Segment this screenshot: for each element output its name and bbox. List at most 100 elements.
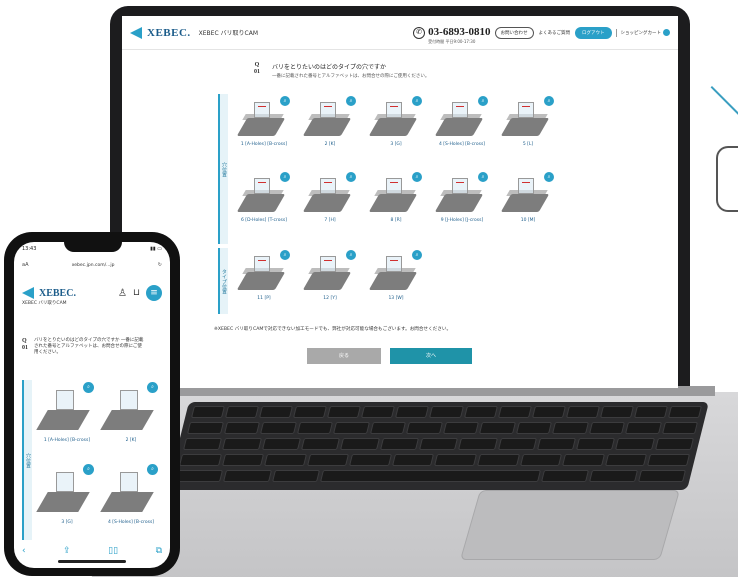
hole-option-2[interactable]: ⌕ 2 [K] xyxy=(100,380,162,458)
support-note: ※XEBEC バリ取りCAMで対応できない加工モードでも、弊社が対応可能な場合も… xyxy=(214,327,452,332)
app-name: XEBEC バリ取りCAM xyxy=(198,30,259,37)
question-block: Q 01 バリをとりたいのはどのタイプの穴ですか 一番に記載された番号とアルファ… xyxy=(22,338,162,356)
faq-link[interactable]: よくあるご質問 xyxy=(539,30,571,36)
category-label-type: タイプ位置 xyxy=(218,248,228,314)
category-label-holes: 穴位置 xyxy=(22,380,32,540)
zoom-icon[interactable]: ⌕ xyxy=(346,250,356,260)
cart-icon[interactable]: ⊔ xyxy=(133,288,140,298)
question-subtitle: 一番に記載された番号とアルファベットは、お問合せの際にご使用ください。 xyxy=(272,74,430,79)
signal-battery-icon: ▮▮ ▭ xyxy=(150,246,162,252)
header-divider xyxy=(615,28,617,37)
hole-option-8[interactable]: ⌕ 8 [R] xyxy=(368,172,424,234)
user-icon[interactable]: ♙ xyxy=(118,288,127,299)
url-text: xebec.jpn.com/...jp xyxy=(71,262,115,268)
phone-contact: ✆ 03-6893-0810 受付時間 平日9:00-17:30 xyxy=(413,20,491,45)
option-caption: 1 [A-Holes] [B-cross] xyxy=(43,438,91,443)
option-caption: 4 [S-Holes] [B-cross] xyxy=(107,520,155,525)
hole-option-3[interactable]: ⌕ 3 [G] xyxy=(36,462,98,540)
question-number: Q 01 xyxy=(254,62,260,75)
menu-icon[interactable]: ≡ xyxy=(146,285,162,301)
laptop-screen: XEBEC. XEBEC バリ取りCAM ✆ 03-6893-0810 受付時間… xyxy=(122,16,678,388)
site-logo[interactable]: XEBEC. xyxy=(39,288,76,299)
home-indicator xyxy=(58,560,126,563)
zoom-icon[interactable]: ⌕ xyxy=(346,96,356,106)
zoom-icon[interactable]: ⌕ xyxy=(147,464,158,475)
logout-button[interactable]: ログアウト xyxy=(575,26,612,39)
option-caption: 7 [H] xyxy=(324,218,336,223)
zoom-icon[interactable]: ⌕ xyxy=(412,250,422,260)
option-caption: 10 [M] xyxy=(520,218,536,223)
zoom-icon[interactable]: ⌕ xyxy=(478,172,488,182)
option-caption: 8 [R] xyxy=(390,218,402,223)
option-caption: 13 [W] xyxy=(388,296,404,301)
category-label-holes: 穴位置 xyxy=(218,94,228,244)
cart-icon xyxy=(663,29,670,36)
hole-option-7[interactable]: ⌕ 7 [H] xyxy=(302,172,358,234)
hole-option-12[interactable]: ⌕ 12 [Y] xyxy=(302,250,358,312)
zoom-icon[interactable]: ⌕ xyxy=(346,172,356,182)
zoom-icon[interactable]: ⌕ xyxy=(544,96,554,106)
contact-button[interactable]: お問い合わせ xyxy=(494,26,534,39)
hole-option-13[interactable]: ⌕ 13 [W] xyxy=(368,250,424,312)
option-caption: 5 [L] xyxy=(522,142,534,147)
browser-toolbar: ‹ ⇪ ▯▯ ⧉ xyxy=(22,546,162,556)
zoom-icon[interactable]: ⌕ xyxy=(412,172,422,182)
text-size-icon[interactable]: aA xyxy=(22,262,28,268)
hole-option-4[interactable]: ⌕ 4 [S-Holes] [B-cross] xyxy=(434,96,490,158)
hole-option-9[interactable]: ⌕ 9 [J-Holes] [J-cross] xyxy=(434,172,490,234)
cart-link[interactable]: ショッピングカート xyxy=(620,29,670,36)
option-caption: 9 [J-Holes] [J-cross] xyxy=(440,218,484,223)
option-caption: 12 [Y] xyxy=(323,296,337,301)
back-icon[interactable]: ‹ xyxy=(22,546,26,556)
zoom-icon[interactable]: ⌕ xyxy=(478,96,488,106)
option-caption: 1 [A-Holes] [B-cross] xyxy=(240,142,288,147)
phone-number: 03-6893-0810 xyxy=(428,26,491,38)
phone-icon: ✆ xyxy=(413,26,426,39)
phone-notch xyxy=(64,238,122,252)
hole-option-11[interactable]: ⌕ 11 [P] xyxy=(236,250,292,312)
hole-option-1[interactable]: ⌕ 1 [A-Holes] [B-cross] xyxy=(236,96,292,158)
hole-option-2[interactable]: ⌕ 2 [K] xyxy=(302,96,358,158)
next-button[interactable]: 次へ xyxy=(390,348,472,364)
decorative-bracket xyxy=(716,146,738,212)
hole-option-5[interactable]: ⌕ 5 [L] xyxy=(500,96,556,158)
share-icon[interactable]: ⇪ xyxy=(63,546,71,556)
option-caption: 2 [K] xyxy=(125,438,137,443)
question-number: Q 01 xyxy=(22,338,28,351)
zoom-icon[interactable]: ⌕ xyxy=(83,464,94,475)
option-caption: 6 [D-Holes] [T-cross] xyxy=(241,218,287,223)
reload-icon[interactable]: ↻ xyxy=(158,262,162,268)
back-button[interactable]: 戻る xyxy=(307,348,381,364)
hole-option-4[interactable]: ⌕ 4 [S-Holes] [B-cross] xyxy=(100,462,162,540)
question-block: Q 01 バリをとりたいのはどのタイプの穴ですか 一番に記載された番号とアルファ… xyxy=(250,62,429,79)
option-caption: 3 [G] xyxy=(61,520,73,525)
hole-option-3[interactable]: ⌕ 3 [G] xyxy=(368,96,424,158)
browser-url-bar[interactable]: aA xebec.jpn.com/...jp ↻ xyxy=(22,260,162,270)
option-caption: 3 [G] xyxy=(390,142,402,147)
zoom-icon[interactable]: ⌕ xyxy=(83,382,94,393)
xebec-logo-icon xyxy=(130,26,144,40)
zoom-icon[interactable]: ⌕ xyxy=(544,172,554,182)
hole-type-grid: 穴位置 ⌕ 1 [A-Holes] [B-cross] ⌕ 2 [K] ⌕ 3 [G]… xyxy=(22,380,162,540)
option-caption: 11 [P] xyxy=(257,296,271,301)
bookmarks-icon[interactable]: ▯▯ xyxy=(108,546,118,556)
site-logo[interactable]: XEBEC. xyxy=(147,27,191,39)
decorative-slash xyxy=(710,86,738,122)
hole-option-1[interactable]: ⌕ 1 [A-Holes] [B-cross] xyxy=(36,380,98,458)
product-showcase: XEBEC. XEBEC バリ取りCAM ✆ 03-6893-0810 受付時間… xyxy=(0,0,738,577)
laptop-trackpad xyxy=(459,490,681,560)
site-header: XEBEC. XEBEC バリ取りCAM ✆ 03-6893-0810 受付時間… xyxy=(122,16,678,50)
xebec-logo-icon xyxy=(22,286,36,300)
tabs-icon[interactable]: ⧉ xyxy=(156,546,162,556)
phone-screen: 13:43 ▮▮ ▭ aA xebec.jpn.com/...jp ↻ XEBE… xyxy=(14,242,170,568)
zoom-icon[interactable]: ⌕ xyxy=(147,382,158,393)
cart-label: ショッピングカート xyxy=(620,31,662,36)
hole-type-grid: 穴位置 タイプ位置 ⌕ 1 [A-Holes] [B-cross] ⌕ 2 [K] … xyxy=(218,94,568,314)
question-title: バリをとりたいのはどのタイプの穴ですか xyxy=(272,64,387,71)
zoom-icon[interactable]: ⌕ xyxy=(280,96,290,106)
hole-option-6[interactable]: ⌕ 6 [D-Holes] [T-cross] xyxy=(236,172,292,234)
zoom-icon[interactable]: ⌕ xyxy=(280,172,290,182)
zoom-icon[interactable]: ⌕ xyxy=(280,250,290,260)
zoom-icon[interactable]: ⌕ xyxy=(412,96,422,106)
hole-option-10[interactable]: ⌕ 10 [M] xyxy=(500,172,556,234)
